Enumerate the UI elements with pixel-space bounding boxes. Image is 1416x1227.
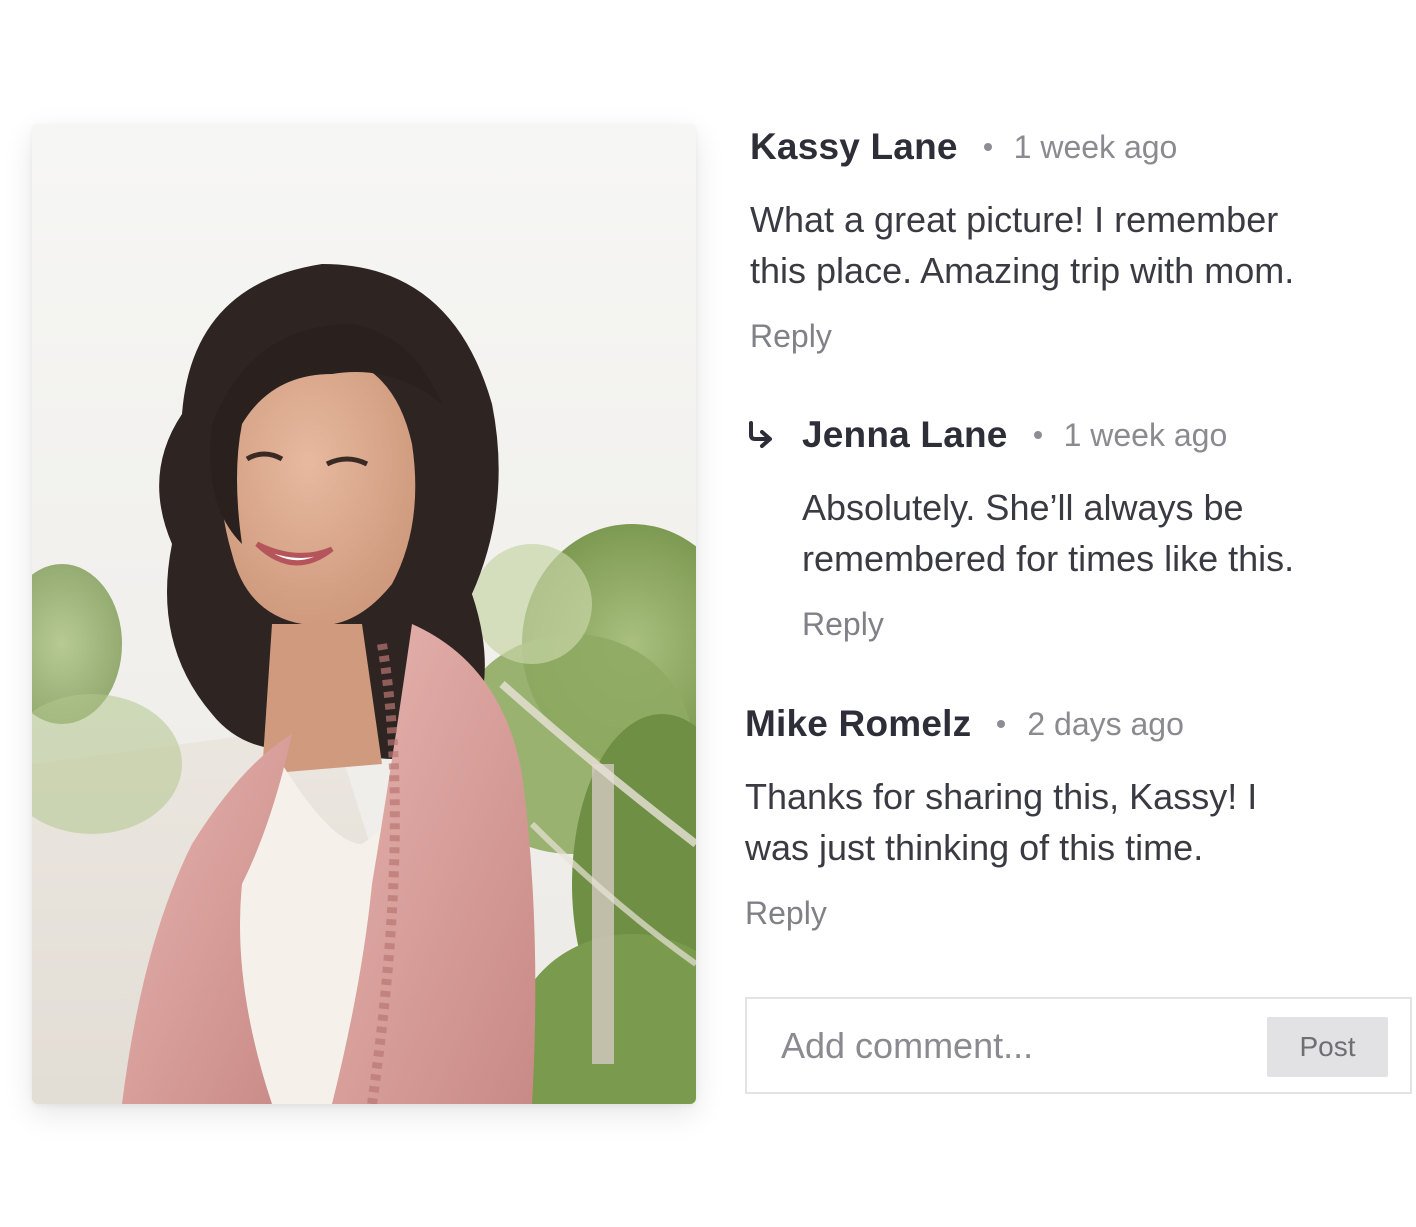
comment-author[interactable]: Kassy Lane [750,126,958,168]
add-comment-box: Post [745,997,1412,1094]
reply-button[interactable]: Reply [802,606,884,643]
comment-text: Thanks for sharing this, Kassy! I was ju… [745,771,1257,873]
comment-line: Thanks for sharing this, Kassy! I [745,776,1258,817]
separator-dot-icon [1033,431,1042,439]
reply-button[interactable]: Reply [745,895,827,932]
comment-timestamp: 1 week ago [1063,416,1228,453]
comment-author[interactable]: Mike Romelz [745,703,971,745]
comment-line: Absolutely. She’ll always be [802,487,1244,528]
portrait-photo [32,124,696,1104]
comment-line: this place. Amazing trip with mom. [750,250,1295,291]
comment-item: Mike Romelz 2 days ago Thanks for sharin… [745,703,1257,932]
comment-author[interactable]: Jenna Lane [802,414,1008,456]
comment-line: What a great picture! I remember [750,199,1279,240]
comment-line: remembered for times like this. [802,538,1295,579]
separator-dot-icon [983,143,992,151]
photo-card [32,124,696,1104]
reply-arrow-icon [749,421,772,448]
comment-text: What a great picture! I remember this pl… [750,194,1294,296]
separator-dot-icon [997,720,1006,728]
reply-button[interactable]: Reply [750,318,832,355]
post-button[interactable]: Post [1267,1017,1388,1077]
comment-header: Mike Romelz 2 days ago [745,703,1257,745]
comment-line: was just thinking of this time. [745,827,1204,868]
comment-timestamp: 2 days ago [1027,705,1184,742]
comment-header: Jenna Lane 1 week ago [802,414,1294,456]
add-comment-input[interactable] [781,1021,1251,1071]
comment-item: Kassy Lane 1 week ago What a great pictu… [750,126,1294,355]
comment-timestamp: 1 week ago [1013,128,1178,165]
comment-header: Kassy Lane 1 week ago [750,126,1294,168]
comment-reply-item: Jenna Lane 1 week ago Absolutely. She’ll… [746,414,1294,643]
comment-text: Absolutely. She’ll always be remembered … [802,482,1294,584]
